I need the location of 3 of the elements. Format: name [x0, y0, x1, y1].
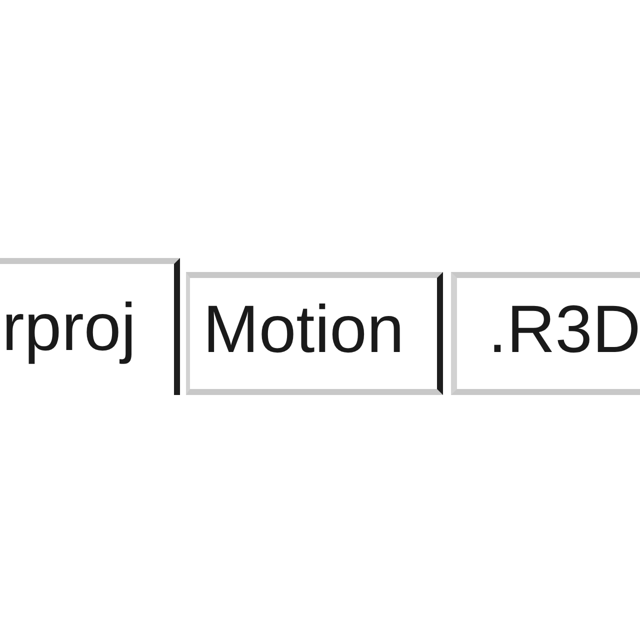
- tab[interactable]: rproj: [0, 258, 180, 395]
- tab[interactable]: .R3D: [451, 272, 640, 395]
- tab[interactable]: Motion: [186, 272, 444, 395]
